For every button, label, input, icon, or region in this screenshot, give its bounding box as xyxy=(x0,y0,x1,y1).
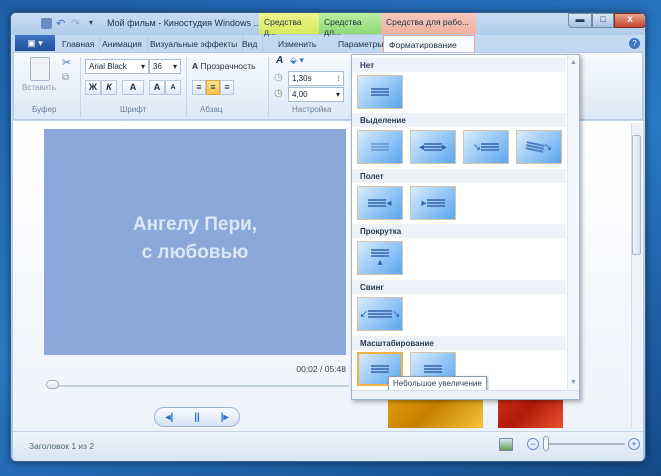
window-title: Мой фильм - Киностудия Windows ... xyxy=(107,18,262,28)
zoom-slider[interactable] xyxy=(543,443,625,445)
undo-icon[interactable]: ↶ xyxy=(56,17,65,30)
zoom-out-button[interactable]: − xyxy=(527,438,539,450)
scrollbar-thumb[interactable] xyxy=(632,135,641,255)
effect-highlight-1[interactable] xyxy=(357,130,403,164)
tab-animation[interactable]: Анимация xyxy=(97,35,148,52)
start-time-input[interactable]: 1,30s ⁝ xyxy=(288,71,344,86)
section-scroll: Прокрутка xyxy=(352,224,566,238)
section-swing: Свинг xyxy=(352,280,566,294)
italic-button[interactable]: К xyxy=(101,80,117,95)
settings-group-label: Настройка xyxy=(292,105,332,114)
transparency-label: Прозрачность xyxy=(200,61,256,71)
text-effect-icon[interactable]: A xyxy=(276,55,283,66)
background-color-icon[interactable]: ⬙ ▾ xyxy=(290,55,304,66)
duration-icon: ◷ xyxy=(274,88,283,99)
scroll-down-icon[interactable]: ▼ xyxy=(570,379,577,386)
duration-value: 4,00 xyxy=(292,90,308,99)
context-tab-group-2[interactable]: Средства дл... xyxy=(319,13,381,37)
resize-grip[interactable] xyxy=(352,390,579,399)
tab-formatting[interactable]: Форматирование xyxy=(383,35,475,52)
effect-highlight-3[interactable]: ↘ xyxy=(463,130,509,164)
zoom-in-button[interactable]: + xyxy=(628,438,640,450)
divider xyxy=(268,57,269,117)
redo-icon[interactable]: ↷ xyxy=(71,17,80,30)
font-size-value: 36 xyxy=(153,62,162,71)
grow-font-button[interactable]: A xyxy=(149,80,165,95)
maximize-button[interactable]: □ xyxy=(592,13,614,28)
tab-visual-effects[interactable]: Визуальные эффекты xyxy=(145,35,244,52)
paste-icon[interactable] xyxy=(30,57,50,81)
thumbnail-size-icon[interactable] xyxy=(499,438,513,451)
section-fly: Полет xyxy=(352,169,566,183)
next-frame-button[interactable]: |▸ xyxy=(221,412,229,423)
zoom-slider-handle[interactable] xyxy=(543,436,549,451)
divider xyxy=(186,57,187,117)
paste-button[interactable]: Вставить xyxy=(22,83,56,92)
status-text: Заголовок 1 из 2 xyxy=(29,441,95,451)
cut-icon[interactable]: ✂ xyxy=(62,56,71,69)
seek-handle[interactable] xyxy=(46,380,59,389)
font-color-button[interactable]: A xyxy=(122,80,144,95)
previous-frame-button[interactable]: ◂| xyxy=(165,412,173,423)
scroll-up-icon[interactable]: ▲ xyxy=(570,59,577,66)
bold-button[interactable]: Ж xyxy=(85,80,101,95)
divider xyxy=(80,57,81,117)
align-center-button[interactable]: ≡ xyxy=(206,80,220,95)
tooltip: Небольшое увеличение xyxy=(388,376,487,391)
align-right-button[interactable]: ≡ xyxy=(220,80,234,95)
app-window: ↶ ↷ ▾ Мой фильм - Киностудия Windows ...… xyxy=(10,12,646,462)
app-menu-button[interactable]: ▣ ▾ xyxy=(15,35,55,51)
tab-options[interactable]: Параметры xyxy=(333,35,388,52)
video-preview[interactable]: Ангелу Пери, с любовью xyxy=(44,129,346,355)
minimize-button[interactable]: ▬ xyxy=(568,13,592,28)
tab-edit[interactable]: Изменить xyxy=(273,35,321,52)
effect-highlight-4[interactable]: ↘ xyxy=(516,130,562,164)
effect-none[interactable] xyxy=(357,75,403,109)
font-name-select[interactable]: Arial Black ▾ xyxy=(85,59,149,74)
shrink-font-button[interactable]: A xyxy=(165,80,181,95)
playback-controls: ◂| || |▸ xyxy=(154,407,240,427)
font-size-select[interactable]: 36 ▾ xyxy=(149,59,181,74)
transparency-icon: A xyxy=(192,61,199,71)
effect-fly-1[interactable]: ◂ xyxy=(357,186,403,220)
section-highlight: Выделение xyxy=(352,113,566,127)
seek-bar[interactable] xyxy=(49,385,349,387)
effects-gallery-dropdown: Нет Выделение ◂ ▸ ↘ ↘ Полет ◂ ▸ Прокрутка… xyxy=(351,54,580,400)
context-tab-group-1[interactable]: Средства д... xyxy=(259,13,319,37)
caption-line-1: Ангелу Пери, xyxy=(132,214,258,235)
pause-button[interactable]: || xyxy=(194,412,200,423)
paragraph-group-label: Абзац xyxy=(200,105,223,114)
playback-time: 00:02 / 05:48 xyxy=(296,364,346,374)
status-bar: Заголовок 1 из 2 − + xyxy=(13,431,643,461)
start-time-icon: ◷ xyxy=(274,72,283,83)
transparency-button[interactable]: A Прозрачность xyxy=(192,61,256,71)
save-icon[interactable] xyxy=(41,18,52,29)
effect-scroll[interactable]: ▴ xyxy=(357,241,403,275)
font-name-value: Arial Black xyxy=(89,62,127,71)
help-icon[interactable]: ? xyxy=(629,38,640,49)
quick-access-dropdown-icon[interactable]: ▾ xyxy=(89,18,93,27)
gallery-scrollbar[interactable] xyxy=(567,55,579,390)
effect-swing[interactable]: ↙ ↘ xyxy=(357,297,403,331)
copy-icon[interactable]: ⧉ xyxy=(62,72,69,83)
clipboard-group-label: Буфер xyxy=(32,105,57,114)
section-zoom: Масштабирование xyxy=(352,336,566,350)
tab-view[interactable]: Вид xyxy=(237,35,264,52)
tab-home[interactable]: Главная xyxy=(57,35,101,52)
effect-fly-2[interactable]: ▸ xyxy=(410,186,456,220)
font-group-label: Шрифт xyxy=(120,105,147,114)
context-tab-group-3[interactable]: Средства для рабо... xyxy=(381,13,476,34)
duration-select[interactable]: 4,00 ▾ xyxy=(288,87,344,102)
section-none: Нет xyxy=(352,58,566,72)
caption-line-2: с любовью xyxy=(141,242,249,263)
align-left-button[interactable]: ≡ xyxy=(192,80,206,95)
start-time-value: 1,30s xyxy=(292,74,312,83)
effect-highlight-2[interactable]: ◂ ▸ xyxy=(410,130,456,164)
close-button[interactable]: x xyxy=(614,13,645,28)
